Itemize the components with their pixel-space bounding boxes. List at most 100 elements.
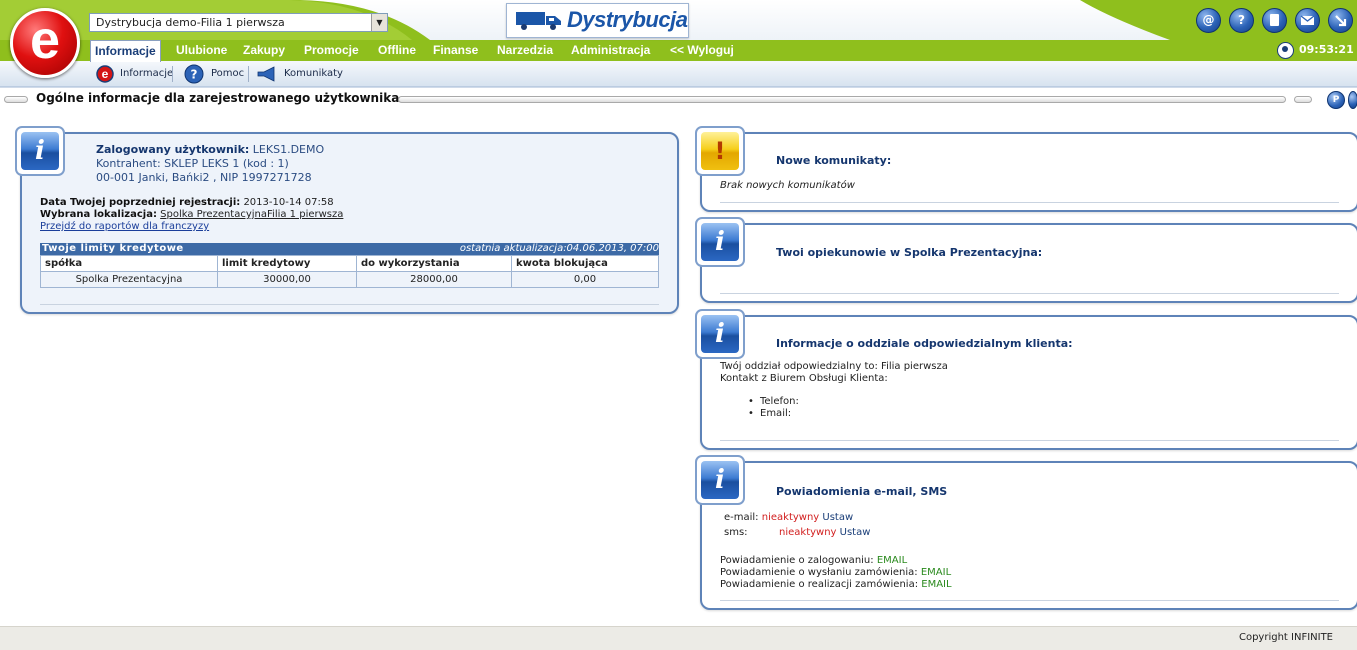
app-title: Dystrybucja <box>567 7 688 32</box>
location-line: Wybrana lokalizacja: Spolka Prezentacyjn… <box>40 209 343 220</box>
megaphone-icon <box>257 66 275 82</box>
info-icon-face: i <box>701 223 739 261</box>
info-icon-face: i <box>701 461 739 499</box>
branch-select[interactable]: Dystrybucja demo-Filia 1 pierwsza ▼ <box>89 13 388 32</box>
document-glyph <box>1270 14 1279 26</box>
pin-icon[interactable]: P <box>1327 91 1345 109</box>
last-login-line: Data Twojej poprzedniej rejestracji: 201… <box>40 197 334 208</box>
nav-administracja[interactable]: Administracja <box>571 40 650 61</box>
nav-ulubione[interactable]: Ulubione <box>176 40 227 61</box>
notify-login-label: Powiadamienie o zalogowaniu: <box>720 555 874 566</box>
app-logo: e <box>10 8 80 78</box>
footer: Copyright INFINITE <box>0 626 1357 650</box>
app-banner: Dystrybucja <box>506 3 689 38</box>
subnav-pomoc-label: Pomoc <box>211 68 245 79</box>
panel-divider <box>720 293 1339 294</box>
titlebar-decor <box>4 96 28 103</box>
help-icon[interactable]: ? <box>1229 8 1254 33</box>
location-label: Wybrana lokalizacja: <box>40 209 157 220</box>
notify-done-value: EMAIL <box>921 579 952 590</box>
nav-finanse[interactable]: Finanse <box>433 40 478 61</box>
subnav-informacje-label: Informacje <box>120 68 174 79</box>
email-icon[interactable]: @ <box>1196 8 1221 33</box>
credit-limits-title: Twoje limity kredytowe <box>42 243 184 254</box>
svg-text:?: ? <box>191 68 198 82</box>
messages-title: Nowe komunikaty: <box>776 154 892 167</box>
info-glyph: i <box>715 465 725 495</box>
info-icon: i <box>695 309 745 359</box>
col-header: kwota blokująca <box>511 255 659 272</box>
panel-divider <box>40 304 659 305</box>
titlebar-decor <box>398 96 1286 103</box>
notify-done-row: Powiadamienie o realizacji zamówienia: E… <box>720 579 952 590</box>
subnav-divider <box>248 66 249 82</box>
notify-login-value: EMAIL <box>876 555 908 566</box>
col-header: do wykorzystania <box>356 255 512 272</box>
credit-limits-table: spółka limit kredytowy do wykorzystania … <box>40 255 659 288</box>
info-icon: i <box>695 217 745 267</box>
subnav-komunikaty[interactable]: Komunikaty <box>256 63 343 85</box>
address-line: 00-001 Janki, Bańki2 , NIP 1997271728 <box>96 171 312 184</box>
panel-divider <box>720 440 1339 441</box>
guardians-panel <box>700 223 1357 303</box>
document-icon[interactable] <box>1262 8 1287 33</box>
branch-select-value: Dystrybucja demo-Filia 1 pierwsza <box>96 16 285 29</box>
nav-narzedzia[interactable]: Narzedzia <box>497 40 553 61</box>
last-login-label: Data Twojej poprzedniej rejestracji: <box>40 197 241 208</box>
credit-limits: Twoje limity kredytowe ostatnia aktualiz… <box>40 243 659 288</box>
franchise-reports-link[interactable]: Przejdź do raportów dla franczyzy <box>40 221 209 232</box>
logged-user-value: LEKS1.DEMO <box>252 143 325 156</box>
sms-set-link[interactable]: Ustaw <box>840 527 871 538</box>
chevron-down-icon[interactable]: ▼ <box>371 14 387 31</box>
panel-divider <box>720 202 1339 203</box>
notify-login-row: Powiadamienie o zalogowaniu: EMAIL <box>720 555 907 566</box>
nav-zakupy[interactable]: Zakupy <box>243 40 285 61</box>
contact-email: Email: <box>748 408 799 420</box>
page-title: Ogólne informacje dla zarejestrowanego u… <box>36 91 400 105</box>
help-icon: ? <box>184 64 204 84</box>
settings-icon[interactable] <box>1348 91 1357 109</box>
info-icon-face: i <box>701 315 739 353</box>
mail-icon[interactable] <box>1295 8 1320 33</box>
warning-icon: ! <box>695 126 745 176</box>
notify-sent-value: EMAIL <box>920 567 952 578</box>
info-glyph: i <box>715 227 725 257</box>
svg-text:e: e <box>102 67 109 81</box>
truck-icon <box>516 12 561 30</box>
copyright: Copyright INFINITE <box>1238 632 1333 643</box>
table-cell: 30000,00 <box>217 271 357 288</box>
titlebar-decor <box>1294 96 1312 103</box>
clock-time: 09:53:21 <box>1299 43 1354 56</box>
info-icon-face: i <box>21 132 59 170</box>
table-cell: 28000,00 <box>356 271 512 288</box>
logo-letter: e <box>29 10 61 70</box>
sms-notify-row: sms: nieaktywny Ustaw <box>724 527 870 538</box>
nav-informacje[interactable]: Informacje <box>90 40 161 62</box>
branch-title: Informacje o oddziale odpowiedzialnym kl… <box>776 337 1073 350</box>
email-set-link[interactable]: Ustaw <box>822 512 853 523</box>
exit-icon[interactable] <box>1328 8 1353 33</box>
guardians-title: Twoi opiekunowie w Spolka Prezentacyjna: <box>776 246 1043 259</box>
notify-sent-label: Powiadamienie o wysłaniu zamówienia: <box>720 567 918 578</box>
email-label: e-mail: <box>724 512 759 523</box>
notify-done-label: Powiadamienie o realizacji zamówienia: <box>720 579 919 590</box>
envelope-glyph <box>1300 15 1315 25</box>
location-value: Spolka PrezentacyjnaFilia 1 pierwsza <box>160 209 344 220</box>
nav-wyloguj[interactable]: << Wyloguj <box>670 40 734 61</box>
last-login-value: 2013-10-14 07:58 <box>243 197 334 208</box>
info-glyph: i <box>715 319 725 349</box>
warning-icon-face: ! <box>701 132 739 170</box>
credit-limits-header: Twoje limity kredytowe ostatnia aktualiz… <box>40 243 659 255</box>
notify-sent-row: Powiadamienie o wysłaniu zamówienia: EMA… <box>720 567 951 578</box>
email-status: nieaktywny <box>761 512 820 523</box>
credit-limits-updated: ostatnia aktualizacja:04.06.2013, 07:00 <box>459 243 659 254</box>
logged-user-label: Zalogowany użytkownik: <box>96 143 250 156</box>
branch-line1: Twój oddział odpowiedzialny to: Filia pi… <box>720 361 948 372</box>
nav-promocje[interactable]: Promocje <box>304 40 359 61</box>
app-header: e Dystrybucja demo-Filia 1 pierwsza ▼ Dy… <box>0 0 1357 88</box>
contact-list: Telefon: Email: <box>748 396 799 420</box>
subnav-pomoc[interactable]: ? Pomoc <box>184 63 248 85</box>
nav-offline[interactable]: Offline <box>378 40 416 61</box>
messages-panel <box>700 132 1357 212</box>
subnav-informacje[interactable]: e Informacje <box>96 63 174 85</box>
